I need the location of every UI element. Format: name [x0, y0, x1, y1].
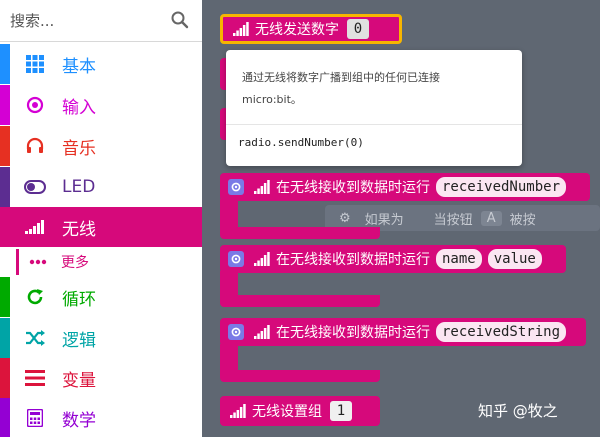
signal-icon: [230, 404, 246, 418]
param-name[interactable]: name: [436, 249, 482, 269]
search-icon[interactable]: [170, 10, 190, 30]
tooltip-divider: [226, 124, 522, 125]
category-logic[interactable]: 逻辑: [0, 318, 202, 358]
radio-send-number-block[interactable]: 无线发送数字 0: [220, 14, 402, 44]
watermark: 知乎 @牧之: [478, 402, 558, 420]
gear-icon[interactable]: [228, 251, 244, 267]
ghost-button-field: A: [480, 210, 502, 226]
search-bar[interactable]: 搜索...: [0, 0, 202, 42]
signal-icon: [254, 180, 270, 194]
category-music[interactable]: 音乐: [0, 126, 202, 166]
loop-icon: [22, 284, 48, 310]
tooltip-description: 通过无线将数字广播到组中的任何已连接 micro:bit。: [242, 71, 440, 106]
category-label: 无线: [62, 219, 96, 240]
ghost-gear-icon: ⚙: [339, 210, 351, 226]
category-label: 基本: [62, 56, 96, 77]
signal-icon: [22, 214, 48, 240]
category-label: LED: [62, 177, 96, 197]
signal-icon: [233, 22, 249, 36]
category-label: 输入: [62, 97, 96, 118]
on-received-string-block[interactable]: 在无线接收到数据时运行 receivedString: [220, 318, 586, 346]
signal-icon: [254, 325, 270, 339]
headphones-icon: [22, 133, 48, 159]
more-dots-icon: [29, 257, 49, 267]
block-tooltip: 通过无线将数字广播到组中的任何已连接 micro:bit。 radio.send…: [226, 50, 522, 166]
category-variables[interactable]: 变量: [0, 358, 202, 398]
lines-icon: [22, 365, 48, 391]
block-label: 无线发送数字: [255, 22, 339, 38]
param-received-number[interactable]: receivedNumber: [436, 177, 567, 197]
block-label: 在无线接收到数据时运行: [276, 325, 430, 341]
block-label: 无线设置组: [252, 404, 322, 420]
event-body-slot: [220, 344, 238, 372]
category-label: 数学: [62, 410, 96, 431]
param-received-string[interactable]: receivedString: [436, 322, 567, 342]
category-label: 循环: [62, 289, 96, 310]
ghost-pressed-label: 当按钮: [433, 212, 473, 228]
number-input[interactable]: 0: [347, 19, 369, 39]
grid-icon: [22, 51, 48, 77]
param-value[interactable]: value: [487, 249, 542, 269]
search-input[interactable]: 搜索...: [10, 10, 54, 31]
toolbox: 搜索... 基本 输入 音乐 LED 无线 更多 循环 逻辑 变量 数学: [0, 0, 202, 437]
event-body-slot: [220, 199, 238, 229]
target-icon: [22, 92, 48, 118]
category-led[interactable]: LED: [0, 167, 202, 207]
event-body-slot: [220, 271, 238, 297]
gear-icon[interactable]: [228, 179, 244, 195]
block-label: 在无线接收到数据时运行: [276, 180, 430, 196]
event-footer: [220, 295, 380, 307]
event-footer: [220, 227, 380, 239]
subcategory-more[interactable]: 更多: [16, 249, 202, 275]
event-footer: [220, 370, 380, 382]
group-number-input[interactable]: 1: [330, 401, 352, 421]
block-label: 在无线接收到数据时运行: [276, 252, 430, 268]
calculator-icon: [22, 405, 48, 431]
radio-set-group-block[interactable]: 无线设置组 1: [220, 396, 380, 426]
tooltip-code: radio.sendNumber(0): [238, 136, 364, 149]
category-basic[interactable]: 基本: [0, 44, 202, 84]
category-label: 变量: [62, 370, 96, 391]
toggle-icon: [22, 174, 48, 200]
gear-icon[interactable]: [228, 324, 244, 340]
category-label: 逻辑: [62, 330, 96, 351]
category-input[interactable]: 输入: [0, 85, 202, 125]
on-received-value-block[interactable]: 在无线接收到数据时运行 name value: [220, 245, 566, 273]
subcategory-label: 更多: [61, 255, 89, 271]
on-received-number-block[interactable]: 在无线接收到数据时运行 receivedNumber: [220, 173, 590, 201]
category-label: 音乐: [62, 138, 96, 159]
ghost-if-label: 如果为: [364, 212, 404, 228]
signal-icon: [254, 252, 270, 266]
category-math[interactable]: 数学: [0, 398, 202, 437]
shuffle-icon: [22, 325, 48, 351]
category-loops[interactable]: 循环: [0, 277, 202, 317]
ghost-pressed-suffix: 被按: [509, 212, 536, 228]
category-radio[interactable]: 无线: [0, 207, 202, 247]
